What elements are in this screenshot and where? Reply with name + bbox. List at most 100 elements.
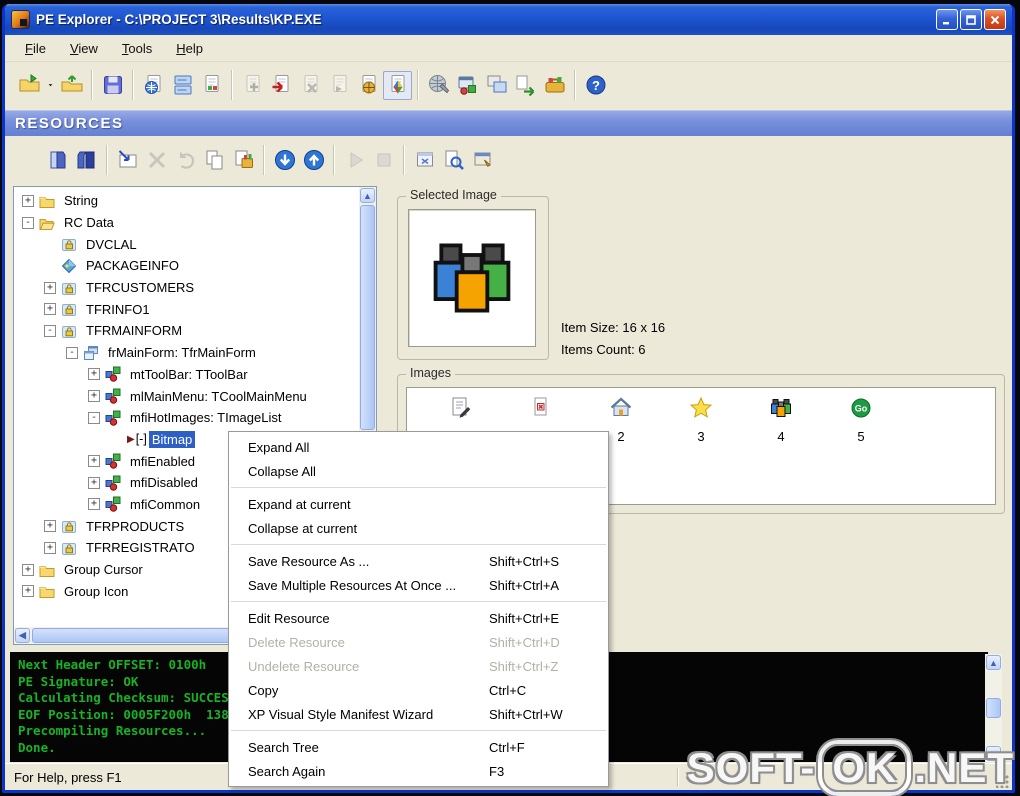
expand-toggle-collapsed[interactable]: + [88, 498, 100, 510]
svg-text:Go: Go [855, 404, 868, 414]
expand-toggle-collapsed[interactable]: + [88, 455, 100, 467]
selected-item-marker: ▶ [127, 434, 135, 445]
save-resource-button[interactable] [229, 145, 258, 174]
watermark: SOFT-OK.NET [687, 740, 1014, 796]
context-menu-item[interactable]: Expand All [229, 435, 608, 459]
move-down-button[interactable] [270, 145, 299, 174]
tree-item[interactable]: +TFRCUSTOMERS [14, 277, 359, 299]
expand-toggle-expanded[interactable]: - [22, 217, 34, 229]
context-menu-item[interactable]: Save Multiple Resources At Once ...Shift… [229, 573, 608, 597]
disassembler-button[interactable] [424, 71, 453, 100]
expand-toggle-collapsed[interactable]: + [44, 303, 56, 315]
tree-item[interactable]: -mfiHotImages: TImageList [14, 407, 359, 429]
menu-tools[interactable]: Tools [110, 37, 164, 60]
context-menu-item[interactable]: Expand at current [229, 492, 608, 516]
resources-banner-label: RESOURCES [15, 115, 124, 132]
tree-item[interactable]: -frMainForm: TfrMainForm [14, 342, 359, 364]
exports-button[interactable] [511, 71, 540, 100]
expand-toggle-expanded[interactable]: - [88, 412, 100, 424]
context-menu-item[interactable]: CopyCtrl+C [229, 678, 608, 702]
expand-toggle-collapsed[interactable]: + [88, 390, 100, 402]
menu-item-label: Collapse at current [248, 521, 489, 536]
tree-item[interactable]: +TFRINFO1 [14, 298, 359, 320]
item-size-label: Item Size: 16 x 16 [561, 320, 665, 335]
search-resource-button[interactable] [439, 145, 468, 174]
resource-editor-button[interactable] [383, 71, 412, 100]
context-menu-item[interactable]: Collapse at current [229, 516, 608, 540]
save-button[interactable] [98, 71, 127, 100]
expand-toggle-collapsed[interactable]: + [88, 477, 100, 489]
expand-toggle-collapsed[interactable]: + [88, 368, 100, 380]
dependency-scanner-button[interactable] [453, 71, 482, 100]
expand-toggle-expanded[interactable]: - [44, 325, 56, 337]
tree-item-label: TFRMAINFORM [83, 322, 185, 339]
selected-image-group: Selected Image [397, 196, 549, 360]
tree-item[interactable]: + mlMainMenu: TCoolMainMenu [14, 385, 359, 407]
import-item-button[interactable] [267, 71, 296, 100]
context-menu-item[interactable]: Collapse All [229, 459, 608, 483]
section-view-button[interactable] [168, 71, 197, 100]
console-scroll-up-button[interactable]: ▲ [986, 655, 1001, 670]
play-button [340, 145, 369, 174]
properties-button[interactable] [468, 145, 497, 174]
headers-view-button[interactable] [139, 71, 168, 100]
context-menu-item: Undelete ResourceShift+Ctrl+Z [229, 654, 608, 678]
menu-view[interactable]: View [58, 37, 110, 60]
resource-view-button[interactable] [197, 71, 226, 100]
expand-toggle-collapsed[interactable]: + [44, 282, 56, 294]
expand-toggle-collapsed[interactable]: + [44, 520, 56, 532]
tree-item[interactable]: -RC Data [14, 212, 359, 234]
image-item[interactable]: 4 [741, 396, 821, 444]
menu-item-shortcut: F3 [489, 764, 594, 779]
open-file-dropdown-button[interactable] [44, 71, 57, 100]
tree-scroll-up-button[interactable]: ▲ [360, 188, 375, 203]
move-up-button[interactable] [299, 145, 328, 174]
help-button[interactable]: ? [581, 71, 610, 100]
tree-item[interactable]: DVCLAL [14, 233, 359, 255]
maximize-button[interactable] [960, 9, 982, 30]
compare-button[interactable] [482, 71, 511, 100]
viewer-button[interactable] [354, 71, 383, 100]
tree-item-label: mlMainMenu: TCoolMainMenu [127, 388, 310, 405]
package-icon [61, 258, 78, 274]
tree-item[interactable]: PACKAGEINFO [14, 255, 359, 277]
context-menu-item[interactable]: Search TreeCtrl+F [229, 735, 608, 759]
copy-button[interactable] [200, 145, 229, 174]
menu-item-label: Copy [248, 683, 489, 698]
undo-button [171, 145, 200, 174]
tree-item[interactable]: +mtToolBar: TToolBar [14, 364, 359, 386]
tree-item-label: PACKAGEINFO [83, 257, 182, 274]
next-resource-button[interactable] [72, 145, 101, 174]
selected-image-preview [408, 209, 536, 347]
tree-item[interactable]: +String [14, 190, 359, 212]
expand-toggle-collapsed[interactable]: + [22, 585, 34, 597]
close-file-button[interactable] [57, 71, 86, 100]
tree-scroll-left-button[interactable]: ◀ [15, 628, 30, 643]
context-menu-item[interactable]: Edit ResourceShift+Ctrl+E [229, 606, 608, 630]
context-menu-item[interactable]: Search AgainF3 [229, 759, 608, 783]
image-index: 4 [777, 429, 784, 444]
expand-toggle-collapsed[interactable]: + [44, 542, 56, 554]
menu-help[interactable]: Help [164, 37, 215, 60]
expand-toggle-collapsed[interactable]: + [22, 195, 34, 207]
tree-scroll-thumb[interactable] [360, 205, 375, 430]
tree-item[interactable]: - TFRMAINFORM [14, 320, 359, 342]
toolbox-button[interactable] [540, 71, 569, 100]
menu-file[interactable]: File [13, 37, 58, 60]
toolbar-separator [417, 70, 419, 100]
toolbar-separator [91, 70, 93, 100]
expand-toggle-collapsed[interactable]: + [22, 564, 34, 576]
title-bar[interactable]: PE Explorer - C:\PROJECT 3\Results\KP.EX… [5, 4, 1012, 35]
image-item[interactable]: 3 [661, 396, 741, 444]
context-menu-item[interactable]: Save Resource As ...Shift+Ctrl+S [229, 549, 608, 573]
prev-resource-button[interactable] [43, 145, 72, 174]
preview-window-button[interactable] [410, 145, 439, 174]
console-scroll-thumb[interactable] [986, 698, 1001, 718]
context-menu-item[interactable]: XP Visual Style Manifest WizardShift+Ctr… [229, 702, 608, 726]
image-item[interactable]: Go5 [821, 396, 901, 444]
expand-toggle-expanded[interactable]: - [66, 347, 78, 359]
minimize-button[interactable] [936, 9, 958, 30]
open-file-button[interactable] [15, 71, 44, 100]
edit-resource-button[interactable] [113, 145, 142, 174]
close-button[interactable] [984, 9, 1006, 30]
